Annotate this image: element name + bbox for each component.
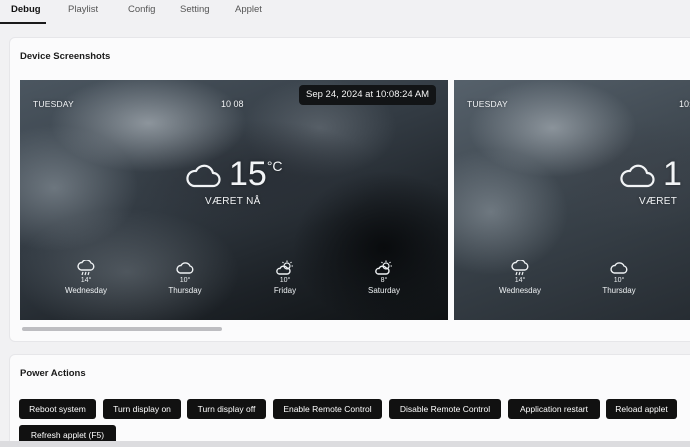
weather-day: TUESDAY	[33, 99, 74, 109]
forecast-temp: 14°	[514, 277, 526, 284]
bottom-scroll-area	[0, 441, 690, 447]
forecast-day: Saturday	[367, 286, 401, 295]
cloud-icon	[589, 260, 649, 276]
cloud-icon	[185, 163, 221, 194]
forecast-temp: 14°	[80, 277, 92, 284]
tab-config[interactable]: Config	[128, 0, 155, 15]
scrollbar-thumb[interactable]	[22, 327, 222, 331]
weather-condition-label: VÆRET	[639, 196, 678, 207]
enable-remote-control-button[interactable]: Enable Remote Control	[273, 399, 382, 419]
weather-condition-label: VÆRET NÅ	[205, 196, 261, 207]
weather-time: 10:08	[679, 99, 690, 109]
forecast-temp: 8°	[380, 277, 388, 284]
weather-time: 10 08	[221, 99, 244, 109]
partly-cloudy-icon	[354, 260, 414, 276]
turn-display-on-button[interactable]: Turn display on	[103, 399, 181, 419]
rain-cloud-icon	[56, 260, 116, 276]
device-screenshot-2[interactable]: TUESDAY 10:08 1 VÆRET 14° Wednesday 10° …	[454, 80, 690, 320]
weather-day: TUESDAY	[467, 99, 508, 109]
forecast-item: 10° Thursday	[589, 260, 649, 295]
screenshot-timestamp: Sep 24, 2024 at 10:08:24 AM	[299, 85, 437, 105]
forecast-temp: 10°	[279, 277, 291, 284]
forecast-day: Friday	[273, 286, 297, 295]
power-actions-card: Power Actions Reboot system Turn display…	[9, 354, 690, 447]
forecast-day: Thursday	[168, 286, 202, 295]
application-restart-button[interactable]: Application restart	[508, 399, 600, 419]
tab-debug[interactable]: Debug	[11, 0, 41, 15]
disable-remote-control-button[interactable]: Disable Remote Control	[389, 399, 501, 419]
tab-bar: Debug Playlist Config Setting Applet	[0, 0, 690, 24]
forecast-day: Wednesday	[64, 286, 108, 295]
device-screenshots-title: Device Screenshots	[20, 51, 111, 62]
forecast-item: 14° Wednesday	[56, 260, 116, 295]
tab-applet[interactable]: Applet	[235, 0, 262, 15]
temperature-unit: °C	[266, 158, 283, 174]
power-actions-title: Power Actions	[20, 368, 86, 379]
device-screenshots-card: Device Screenshots TUESDAY 10 08 15°C VÆ…	[9, 37, 690, 342]
reload-applet-button[interactable]: Reload applet	[606, 399, 677, 419]
forecast-item: 10° Friday	[255, 260, 315, 295]
forecast-day: Thursday	[602, 286, 636, 295]
forecast-item: 10° Thursday	[155, 260, 215, 295]
turn-display-off-button[interactable]: Turn display off	[187, 399, 266, 419]
forecast-temp: 10°	[613, 277, 625, 284]
device-screenshot-1[interactable]: TUESDAY 10 08 15°C VÆRET NÅ 14° Wednesda…	[20, 80, 448, 320]
current-temperature: 1	[663, 155, 682, 193]
horizontal-scrollbar[interactable]	[20, 325, 690, 333]
tab-playlist[interactable]: Playlist	[68, 0, 98, 15]
cloud-icon	[155, 260, 215, 276]
active-tab-indicator	[0, 22, 46, 24]
partly-cloudy-icon	[255, 260, 315, 276]
cloud-icon	[619, 163, 655, 194]
forecast-day: Wednesday	[498, 286, 542, 295]
forecast-item: 8° Saturday	[354, 260, 414, 295]
reboot-system-button[interactable]: Reboot system	[19, 399, 96, 419]
forecast-item: 14° Wednesday	[490, 260, 550, 295]
forecast-temp: 10°	[179, 277, 191, 284]
rain-cloud-icon	[490, 260, 550, 276]
current-temperature: 15°C	[229, 155, 283, 193]
tab-setting[interactable]: Setting	[180, 0, 210, 15]
